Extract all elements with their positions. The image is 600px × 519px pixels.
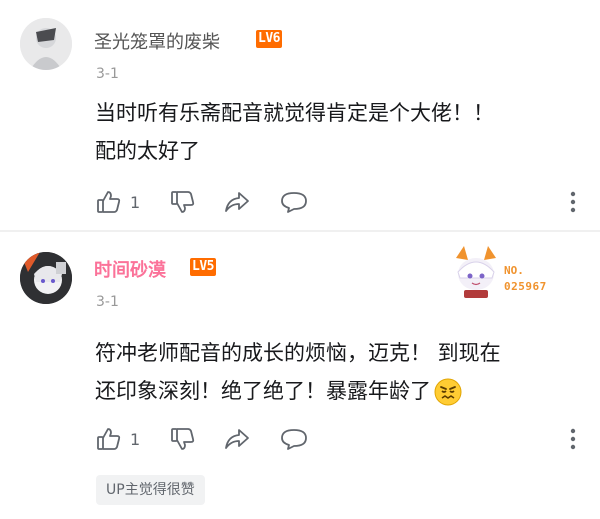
reply-button[interactable] xyxy=(280,425,308,453)
username[interactable]: 圣光笼罩的废柴 xyxy=(94,28,220,54)
comment-actions: 1 xyxy=(96,188,586,216)
reply-button[interactable] xyxy=(280,188,308,216)
like-button[interactable]: 1 xyxy=(96,425,140,453)
fan-badge-number: 025967 xyxy=(504,280,547,293)
comment-date: 3-1 xyxy=(96,66,119,82)
comment-text: 符冲老师配音的成长的烦恼，迈克！ 到现在 还印象深刻！绝了绝了！暴露年龄了 xyxy=(95,334,575,410)
avatar[interactable] xyxy=(20,252,72,304)
comment-text: 当时听有乐斋配音就觉得肯定是个大佬！！ 配的太好了 xyxy=(95,101,494,163)
fan-badge-icon[interactable] xyxy=(450,244,502,300)
comment-item: 圣光笼罩的废柴 LV6 3-1 当时听有乐斋配音就觉得肯定是个大佬！！ 配的太好… xyxy=(0,0,600,232)
level-badge: LV5 xyxy=(190,258,216,276)
dislike-button[interactable] xyxy=(170,425,196,453)
chat-bubble-icon xyxy=(280,189,308,215)
more-options-button[interactable] xyxy=(570,425,576,453)
username[interactable]: 时间砂漠 xyxy=(94,256,166,282)
level-badge: LV6 xyxy=(256,30,282,48)
comment-item: 时间砂漠 LV5 3-1 NO. 025967 符冲老师配音的成长的烦恼，迈克！… xyxy=(0,232,600,519)
dislike-button[interactable] xyxy=(170,188,196,216)
share-icon xyxy=(224,426,250,452)
thumbs-up-icon xyxy=(96,189,122,215)
chat-bubble-icon xyxy=(280,426,308,452)
like-count: 1 xyxy=(130,429,141,449)
like-button[interactable]: 1 xyxy=(96,188,140,216)
up-liked-tag: UP主觉得很赞 xyxy=(96,475,205,505)
thumbs-up-icon xyxy=(96,426,122,452)
more-vertical-icon xyxy=(570,427,576,451)
share-button[interactable] xyxy=(224,425,250,453)
more-vertical-icon xyxy=(570,190,576,214)
share-icon xyxy=(224,189,250,215)
comment-actions: 1 xyxy=(96,425,586,453)
thumbs-down-icon xyxy=(170,426,196,452)
angry-face-emoji-icon xyxy=(433,377,463,407)
fan-badge-label: NO. xyxy=(504,264,524,277)
share-button[interactable] xyxy=(224,188,250,216)
like-count: 1 xyxy=(130,192,141,212)
more-options-button[interactable] xyxy=(570,188,576,216)
comment-date: 3-1 xyxy=(96,294,119,310)
thumbs-down-icon xyxy=(170,189,196,215)
avatar[interactable] xyxy=(20,18,72,70)
